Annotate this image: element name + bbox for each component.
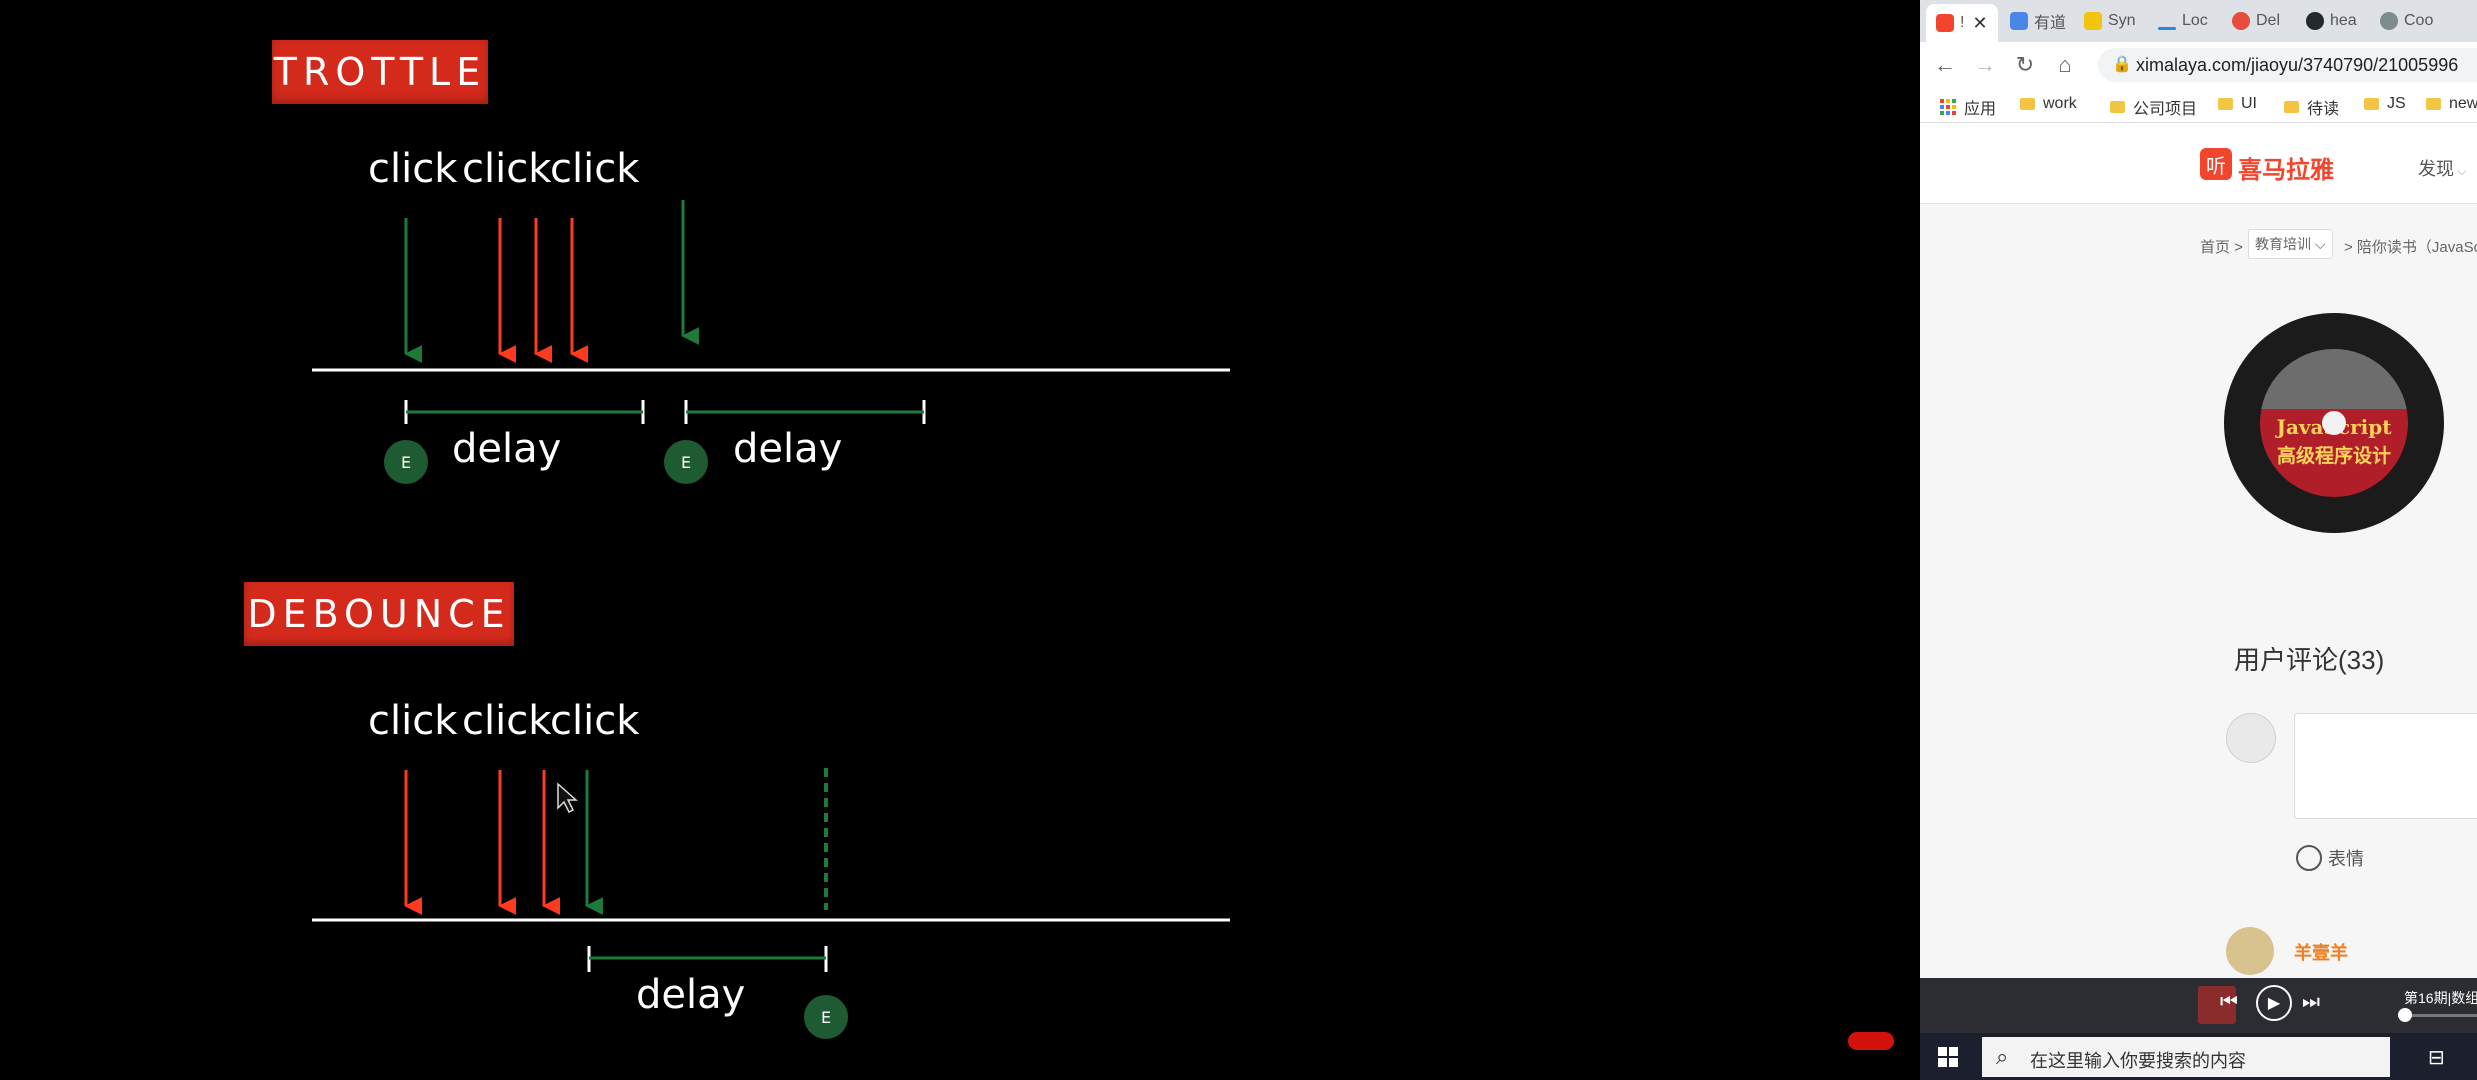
audio-player: ⏮ ▶ ⏭ 第16期|数组 — [1920, 978, 2477, 1033]
github-favicon-icon — [2306, 12, 2324, 30]
tab-strip: ! ✕ 有道 Syn Loc Del hea Coo — [1920, 0, 2477, 42]
bookmark-new[interactable]: new — [2426, 95, 2477, 113]
tab-del[interactable]: Del — [2222, 6, 2294, 36]
folder-icon — [2284, 101, 2299, 113]
folder-icon — [2020, 98, 2035, 110]
tab-loc[interactable]: Loc — [2148, 6, 2220, 36]
nav-discover[interactable]: 发现 ⌵ — [2418, 155, 2466, 181]
folder-icon — [2218, 98, 2233, 110]
back-arrow-icon[interactable]: ← — [1932, 52, 1958, 78]
address-bar-row: ← → ↻ ⌂ 🔒 ximalaya.com/jiaoyu/3740790/21… — [1920, 42, 2477, 88]
debounce-event: E — [804, 995, 848, 1039]
ximalaya-favicon-icon — [1936, 14, 1954, 32]
taskbar-search-placeholder: 在这里输入你要搜索的内容 — [2030, 1051, 2246, 1071]
underline-favicon-icon — [2158, 26, 2176, 30]
presentation-slide: TROTTLE DEBOUNCE click click click delay… — [0, 0, 1920, 1080]
ximalaya-logo-icon[interactable]: 听 — [2200, 148, 2232, 180]
youdao-favicon-icon — [2010, 12, 2028, 30]
next-track-icon[interactable]: ⏭ — [2302, 991, 2320, 1014]
forward-arrow-icon[interactable]: → — [1972, 52, 1998, 78]
globe-favicon-icon — [2380, 12, 2398, 30]
smiley-icon — [2296, 845, 2322, 871]
comment-input[interactable] — [2294, 713, 2477, 819]
throttle-click-label-1: click — [368, 146, 458, 192]
close-tab-icon[interactable]: ✕ — [1972, 13, 1987, 34]
bookmark-apps[interactable]: 应用 — [1940, 95, 1996, 119]
recording-indicator[interactable] — [1848, 1032, 1894, 1050]
progress-handle[interactable] — [2398, 1008, 2412, 1022]
task-view-icon[interactable]: ⊟ — [2428, 1045, 2445, 1070]
cover-photo — [2260, 349, 2408, 409]
player-track-title: 第16期|数组 — [2404, 990, 2477, 1006]
apps-grid-icon — [1940, 99, 1956, 115]
chevron-down-icon: ⌵ — [2454, 164, 2467, 178]
webpage-content: 听 喜马拉雅 发现 ⌵ 首页 > 教育培训 ⌵ > 陪你读书（JavaSc Ja… — [1920, 123, 2477, 978]
tab-coo[interactable]: Coo — [2370, 6, 2477, 36]
throttle-event-1: E — [384, 440, 428, 484]
throttle-delay-label-1: delay — [452, 426, 562, 472]
play-button[interactable]: ▶ — [2256, 985, 2292, 1021]
bookmark-company[interactable]: 公司项目 — [2110, 95, 2197, 119]
debounce-title: DEBOUNCE — [244, 582, 514, 646]
tab-youdao[interactable]: 有道 — [2000, 6, 2072, 36]
search-icon: ⌕ — [1996, 1044, 2009, 1069]
tab-syn[interactable]: Syn — [2074, 6, 2146, 36]
cover-subtitle: 高级程序设计 — [2276, 445, 2391, 467]
url-bar[interactable]: 🔒 ximalaya.com/jiaoyu/3740790/21005996 — [2098, 48, 2477, 82]
folder-icon — [2364, 98, 2379, 110]
site-header: 听 喜马拉雅 发现 ⌵ — [1920, 123, 2477, 204]
play-icon: ▶ — [2267, 995, 2281, 1012]
bookmark-ui[interactable]: UI — [2218, 95, 2257, 113]
disc-hole — [2322, 411, 2346, 435]
site-logo-text[interactable]: 喜马拉雅 — [2238, 150, 2334, 185]
bookmark-js[interactable]: JS — [2364, 95, 2406, 113]
folder-icon — [2426, 98, 2441, 110]
current-user-avatar — [2226, 713, 2276, 763]
browser-window: ! ✕ 有道 Syn Loc Del hea Coo ← → ↻ ⌂ 🔒 xim… — [1920, 0, 2477, 1080]
timeline-diagram — [312, 200, 1230, 972]
windows-start-icon[interactable] — [1938, 1047, 1958, 1067]
tab-ximalaya[interactable]: ! ✕ — [1926, 4, 1998, 42]
bookmark-work[interactable]: work — [2020, 95, 2077, 113]
breadcrumb-home[interactable]: 首页 > — [2200, 236, 2243, 257]
taskbar-search-box[interactable]: ⌕ 在这里输入你要搜索的内容 — [1982, 1037, 2390, 1077]
comments-heading: 用户评论(33) — [2234, 645, 2385, 675]
folder-icon — [2110, 101, 2125, 113]
reload-icon[interactable]: ↻ — [2012, 52, 2038, 78]
throttle-event-2: E — [664, 440, 708, 484]
tab-github[interactable]: hea — [2296, 6, 2368, 36]
del-favicon-icon — [2232, 12, 2250, 30]
debounce-click-label-3: click — [550, 698, 640, 744]
lock-icon: 🔒 — [2112, 56, 2132, 73]
commenter-name[interactable]: 羊壹羊 — [2294, 939, 2348, 965]
commenter-avatar[interactable] — [2226, 927, 2274, 975]
bookmarks-bar: 应用 work 公司项目 UI 待读 JS new — [1920, 88, 2477, 123]
home-icon[interactable]: ⌂ — [2052, 52, 2078, 78]
throttle-click-label-2: click — [462, 146, 552, 192]
es-favicon-icon — [2084, 12, 2102, 30]
mouse-cursor-icon — [557, 782, 578, 814]
throttle-delay-label-2: delay — [733, 426, 843, 472]
debounce-click-label-2: click — [462, 698, 552, 744]
bookmark-toread[interactable]: 待读 — [2284, 95, 2339, 119]
breadcrumb-category-select[interactable]: 教育培训 ⌵ — [2248, 229, 2333, 259]
album-disc[interactable]: JavaScript 高级程序设计 — [2224, 313, 2444, 533]
url-text: ximalaya.com/jiaoyu/3740790/21005996 — [2136, 55, 2459, 75]
previous-track-icon[interactable]: ⏮ — [2220, 991, 2238, 1014]
throttle-title: TROTTLE — [272, 40, 488, 104]
breadcrumb-current[interactable]: > 陪你读书（JavaSc — [2344, 236, 2477, 257]
debounce-delay-label: delay — [636, 972, 746, 1018]
emoji-button[interactable]: 表情 — [2296, 845, 2364, 871]
throttle-click-label-3: click — [550, 146, 640, 192]
windows-taskbar: ⌕ 在这里输入你要搜索的内容 ⊟ — [1920, 1033, 2477, 1080]
debounce-click-label-1: click — [368, 698, 458, 744]
